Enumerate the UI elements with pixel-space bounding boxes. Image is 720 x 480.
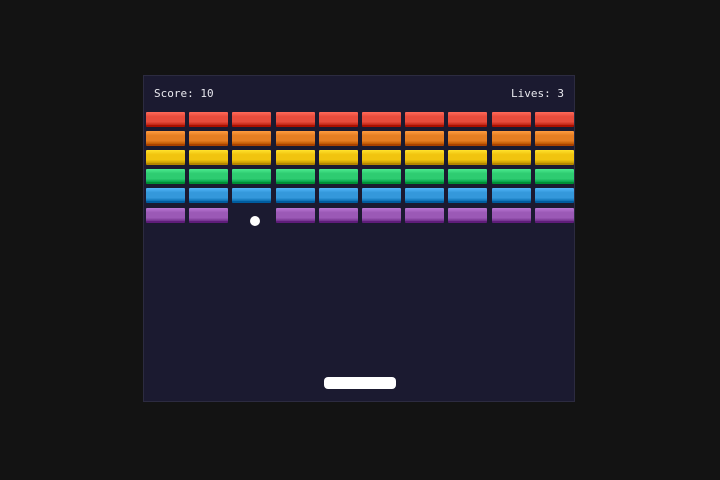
brick-red-8 xyxy=(448,112,488,127)
brick-blue-4 xyxy=(275,188,315,204)
brick-purple-1 xyxy=(146,207,185,223)
brick-green-5 xyxy=(318,169,358,185)
brick-yellow-3 xyxy=(232,150,272,166)
brick-yellow-1 xyxy=(146,150,185,166)
brick-red-4 xyxy=(275,112,315,127)
brick-blue-3 xyxy=(232,188,272,204)
brick-yellow-6 xyxy=(362,150,401,166)
brick-orange-2 xyxy=(189,131,229,147)
brick-green-6 xyxy=(362,169,401,185)
brick-red-5 xyxy=(318,112,358,127)
brick-yellow-7 xyxy=(405,150,445,166)
brick-yellow-10 xyxy=(534,150,574,166)
brick-yellow-9 xyxy=(491,150,531,166)
brick-green-9 xyxy=(491,169,531,185)
brick-blue-2 xyxy=(189,188,229,204)
brick-green-10 xyxy=(534,169,574,185)
brick-yellow-4 xyxy=(275,150,315,166)
brick-red-7 xyxy=(405,112,445,127)
brick-red-9 xyxy=(491,112,531,127)
brick-purple-5 xyxy=(318,207,358,223)
brick-purple-7 xyxy=(405,207,445,223)
brick-orange-5 xyxy=(318,131,358,147)
brick-green-8 xyxy=(448,169,488,185)
brick-orange-7 xyxy=(405,131,445,147)
brick-yellow-5 xyxy=(318,150,358,166)
game-board[interactable]: Score: 10 Lives: 3 xyxy=(143,75,575,402)
brick-blue-9 xyxy=(491,188,531,204)
brick-orange-10 xyxy=(534,131,574,147)
brick-blue-6 xyxy=(362,188,401,204)
brick-red-6 xyxy=(362,112,401,127)
brick-purple-8 xyxy=(448,207,488,223)
brick-blue-8 xyxy=(448,188,488,204)
game-screen: Score: 10 Lives: 3 xyxy=(0,0,720,480)
brick-blue-10 xyxy=(534,188,574,204)
paddle[interactable] xyxy=(324,377,396,389)
brick-blue-1 xyxy=(146,188,185,204)
ball xyxy=(250,216,260,226)
brick-orange-3 xyxy=(232,131,272,147)
brick-blue-5 xyxy=(318,188,358,204)
brick-orange-8 xyxy=(448,131,488,147)
brick-wall xyxy=(144,76,574,401)
brick-yellow-8 xyxy=(448,150,488,166)
brick-green-3 xyxy=(232,169,272,185)
brick-orange-1 xyxy=(146,131,185,147)
brick-purple-4 xyxy=(275,207,315,223)
brick-red-10 xyxy=(534,112,574,127)
brick-purple-6 xyxy=(362,207,401,223)
brick-yellow-2 xyxy=(189,150,229,166)
brick-red-2 xyxy=(189,112,229,127)
brick-green-4 xyxy=(275,169,315,185)
brick-purple-2 xyxy=(189,207,229,223)
brick-green-2 xyxy=(189,169,229,185)
brick-orange-9 xyxy=(491,131,531,147)
brick-green-7 xyxy=(405,169,445,185)
brick-purple-10 xyxy=(534,207,574,223)
brick-purple-9 xyxy=(491,207,531,223)
brick-orange-4 xyxy=(275,131,315,147)
brick-green-1 xyxy=(146,169,185,185)
brick-blue-7 xyxy=(405,188,445,204)
brick-red-3 xyxy=(232,112,272,127)
brick-orange-6 xyxy=(362,131,401,147)
brick-red-1 xyxy=(146,112,185,127)
